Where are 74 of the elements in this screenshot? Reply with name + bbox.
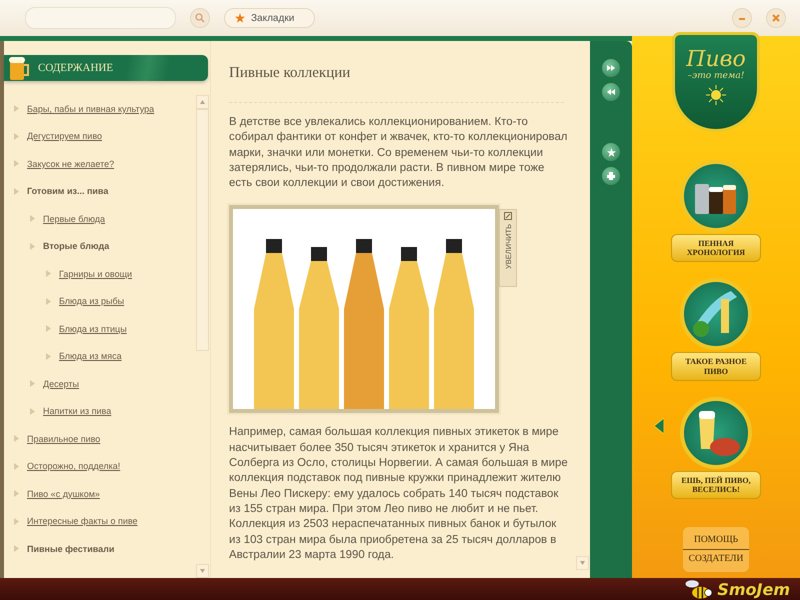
up-arrow-icon — [200, 100, 205, 104]
logo-title: Пиво — [686, 49, 746, 71]
arrow-icon — [46, 270, 51, 278]
sidebar-item[interactable]: Правильное пиво — [27, 434, 100, 444]
star-icon — [235, 13, 245, 23]
down-arrow-icon — [580, 561, 585, 565]
print-button[interactable] — [602, 167, 620, 185]
arrow-icon — [14, 545, 19, 552]
brand-logo: SmoJem — [717, 580, 790, 598]
sidebar-item[interactable]: Гарниры и овощи — [59, 268, 132, 279]
sidebar-item[interactable]: Блюда из рыбы — [59, 296, 124, 306]
arrow-icon — [30, 215, 35, 222]
sidebar-item[interactable]: Закусок не желаете? — [27, 158, 114, 169]
arrow-icon — [14, 490, 19, 498]
sidebar-item[interactable]: Вторые блюда — [43, 241, 110, 252]
section-button[interactable]: ЕШЬ, ПЕЙ ПИВО, ВЕСЕЛИСЬ! — [671, 470, 761, 500]
contents-title: СОДЕРЖАНИЕ — [38, 62, 114, 74]
footer-link[interactable]: СОЗДАТЕЛИ — [683, 550, 749, 568]
article-title: Пивные коллекции — [229, 65, 564, 103]
sidebar-item[interactable]: Пиво «с душком» — [27, 488, 100, 499]
close-icon — [772, 14, 780, 22]
arrow-icon — [14, 132, 19, 140]
search-button[interactable] — [190, 8, 210, 28]
fast-forward-icon — [607, 65, 615, 71]
arrow-icon — [14, 435, 19, 442]
footer-link[interactable]: ПОМОЩЬ — [683, 531, 749, 550]
close-button[interactable] — [766, 8, 786, 28]
scroll-down-button[interactable] — [576, 556, 589, 570]
sidebar-item[interactable]: Интересные факты о пиве — [27, 516, 138, 526]
printer-icon — [607, 172, 615, 180]
sidebar-item[interactable]: Напитки из пива — [43, 406, 112, 416]
section-button[interactable]: ТАКОЕ РАЗНОЕ ПИВО — [671, 352, 761, 381]
article-paragraph: Например, самая большая коллекция пивных этикеток в мире насчитывает более 350 тысяч этикеток и хранится у Яна Солберга из Осло, столицы Норвегии. А самая большая в мире коллекция подставок под пивные кружки принадлежит жителю Вены Лео Пискеру: ему удалось собрать 140 тысяч подставок из 155 стран мира. При этом Лео пиво не любит и не пьет. Коллекция из 2503 нераспечатанных пивных банок и бутылок из 103 стран мира была приобретена за 25 тысяч долларов в Австралии 23 марта 1990 года. — [229, 425, 569, 563]
sidebar-item[interactable]: Бары, пабы и пивная культура — [27, 104, 154, 114]
arrow-icon — [14, 105, 19, 112]
article-paragraph: В детстве все увлекались коллекционированием. Кто-то собирал фантики от конфет и жвачек, кто-то коллекционировал марки, значки или монетки. Со временем чьи-то коллекции затерялись, чьи-то продолжали расти. В пивном мире тоже есть свои коллекции и свои достижения. — [229, 115, 568, 192]
sidebar-item[interactable]: Готовим из... пива — [27, 186, 108, 196]
star-icon — [606, 148, 616, 156]
add-bookmark-button[interactable] — [602, 143, 620, 161]
search-icon — [195, 13, 205, 23]
arrow-icon — [46, 298, 51, 305]
sidebar-item[interactable]: Дегустируем пиво — [27, 131, 102, 142]
arrow-icon — [46, 325, 51, 332]
sidebar-item[interactable]: Блюда из мяса — [59, 351, 122, 362]
arrow-icon — [30, 242, 35, 250]
scroll-down-button[interactable] — [196, 564, 209, 578]
forward-button[interactable] — [602, 59, 620, 77]
scrollbar-thumb[interactable] — [196, 109, 209, 351]
arrow-icon — [14, 518, 19, 525]
sidebar-item[interactable]: Пивные фестивали — [27, 544, 114, 554]
arrow-icon — [14, 462, 19, 470]
bee-drawing — [683, 578, 714, 600]
arrow-icon — [30, 380, 35, 388]
arrow-icon — [46, 352, 51, 360]
minimize-button[interactable] — [732, 8, 752, 28]
search-field[interactable] — [25, 7, 176, 29]
arrow-icon — [30, 408, 35, 415]
scroll-up-button[interactable] — [196, 95, 209, 109]
back-button[interactable] — [602, 83, 620, 101]
down-arrow-icon — [200, 569, 205, 573]
expand-icon — [504, 212, 512, 220]
sidebar-item[interactable]: Осторожно, подделка! — [27, 461, 120, 472]
sidebar-item[interactable]: Десерты — [43, 378, 80, 389]
logo-subtitle: –это тема! — [688, 71, 744, 81]
sidebar-item[interactable]: Блюда из птицы — [59, 324, 127, 334]
bookmarks-button[interactable]: Закладки — [224, 8, 316, 28]
rewind-icon — [607, 89, 615, 95]
arrow-icon — [14, 160, 19, 168]
sun-icon — [706, 85, 726, 105]
beer-mug-icon — [8, 55, 30, 81]
sidebar-item[interactable]: Первые блюда — [43, 214, 106, 224]
arrow-icon — [14, 188, 19, 195]
section-button[interactable]: ПЕННАЯ ХРОНОЛОГИЯ — [671, 234, 761, 262]
left-arrow-icon[interactable] — [654, 418, 664, 434]
